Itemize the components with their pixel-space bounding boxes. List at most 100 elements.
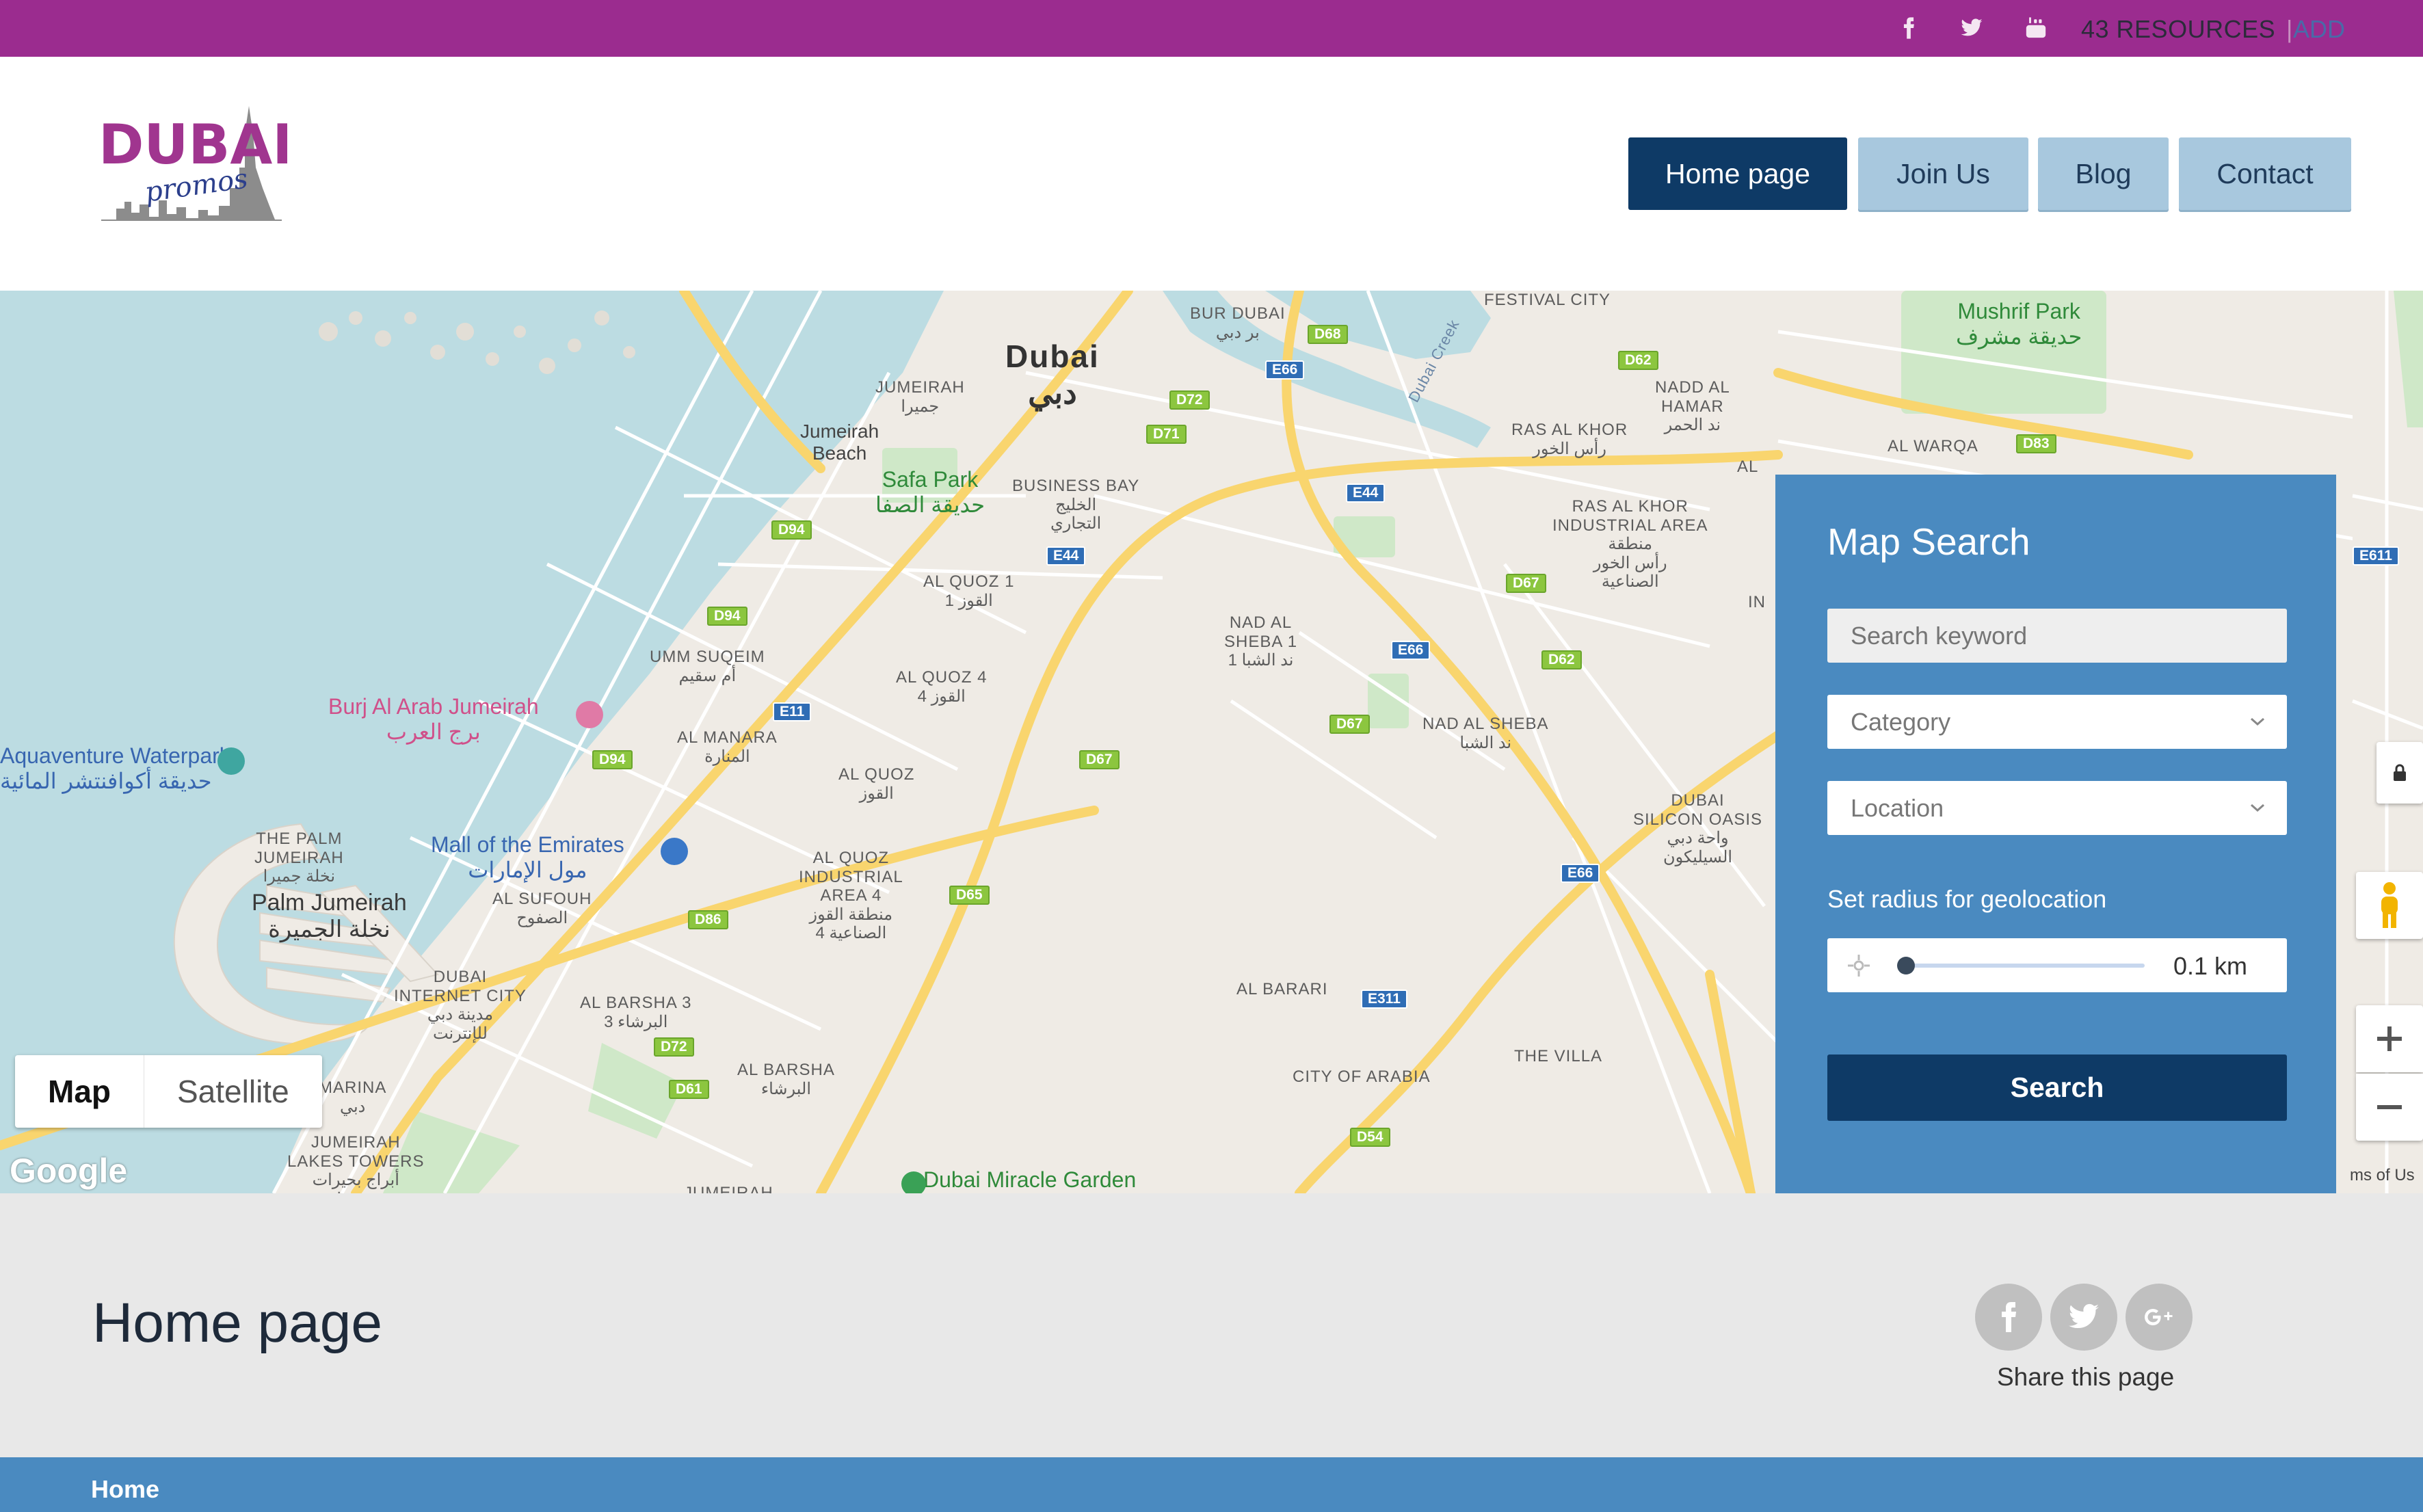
- share-facebook-icon[interactable]: [1975, 1284, 2042, 1351]
- shopping-marker-icon[interactable]: [661, 838, 688, 865]
- category-select-value: Category: [1851, 707, 1951, 736]
- map-label-al-barsha: AL BARSHA البرشاء: [737, 1061, 835, 1098]
- terms-link[interactable]: ms of Us: [2350, 1166, 2415, 1185]
- map-label-al-barsha-3: AL BARSHA 3 البرشاء 3: [580, 994, 692, 1031]
- map-label-al-quoz: AL QUOZ القوز: [838, 765, 915, 803]
- crosshair-icon[interactable]: [1848, 955, 1870, 977]
- map-label-waterpark: Aquaventure Waterpark حديقة أكوافنتشر ال…: [0, 743, 230, 793]
- map-label-al-warqa: AL WARQA: [1888, 437, 1978, 455]
- radius-slider-track[interactable]: [1905, 964, 2145, 968]
- road-shield: D83: [2016, 434, 2056, 453]
- share-twitter-icon[interactable]: [2050, 1284, 2117, 1351]
- map-label-the-villa: THE VILLA: [1514, 1047, 1603, 1065]
- radius-value: 0.1 km: [2173, 952, 2248, 980]
- map-label-nad-al-sheba: NAD AL SHEBA ند الشبا: [1422, 715, 1549, 752]
- radius-label: Set radius for geolocation: [1827, 885, 2107, 913]
- road-shield: E11: [773, 702, 812, 721]
- road-shield: D86: [688, 910, 728, 929]
- facebook-icon[interactable]: [1893, 12, 1924, 44]
- nav-blog[interactable]: Blog: [2038, 137, 2169, 210]
- logo-main-text: DUBAI: [98, 113, 287, 176]
- road-shield: E66: [1391, 641, 1431, 660]
- hotel-marker-icon[interactable]: [576, 701, 603, 728]
- map-label-safa-park: Safa Park حديقة الصفا: [875, 467, 985, 517]
- separator: |: [2286, 15, 2293, 43]
- road-shield: D67: [1506, 574, 1546, 593]
- garden-marker-icon[interactable]: [901, 1171, 926, 1193]
- road-shield: D65: [949, 886, 990, 905]
- map-type-satellite-button[interactable]: Satellite: [144, 1055, 322, 1128]
- add-link[interactable]: ADD: [2293, 15, 2345, 44]
- road-shield: D94: [707, 607, 747, 626]
- nav-join-us[interactable]: Join Us: [1858, 137, 2028, 210]
- map-label-nad-al-sheba-1: NAD AL SHEBA 1 ند الشبا 1: [1224, 613, 1298, 670]
- map-label-business-bay: BUSINESS BAY الخليج التجاري: [1012, 477, 1140, 533]
- map-search-title: Map Search: [1827, 520, 2030, 563]
- map-label-in-edge: IN: [1748, 593, 1766, 611]
- map-type-map-button[interactable]: Map: [15, 1055, 144, 1128]
- road-shield: D61: [669, 1080, 709, 1099]
- map-label-bur-dubai: BUR DUBAI بر دبي: [1190, 304, 1286, 342]
- road-shield: D71: [1146, 425, 1187, 444]
- road-shield: D54: [1350, 1128, 1390, 1147]
- search-button[interactable]: Search: [1827, 1055, 2287, 1121]
- road-shield: D67: [1079, 750, 1120, 769]
- twitter-icon[interactable]: [1956, 12, 1987, 44]
- map-label-ras-al-khor-industrial: RAS AL KHOR INDUSTRIAL AREA منطقة رأس ال…: [1552, 497, 1708, 592]
- location-select[interactable]: Location: [1827, 781, 2287, 835]
- category-select[interactable]: Category: [1827, 695, 2287, 749]
- map-search-panel: Map Search Category Location Set radius …: [1775, 475, 2336, 1193]
- youtube-icon[interactable]: [2020, 12, 2052, 44]
- waterpark-marker-icon[interactable]: [217, 747, 245, 775]
- page-title-band: Home page Share this page: [0, 1193, 2423, 1457]
- road-shield: D72: [1169, 390, 1210, 410]
- street-view-pegman-icon[interactable]: [2356, 872, 2423, 939]
- map-label-city-of-arabia: CITY OF ARABIA: [1293, 1067, 1431, 1086]
- share-google-plus-icon[interactable]: [2126, 1284, 2193, 1351]
- resources-count[interactable]: 43 RESOURCES: [2081, 15, 2275, 44]
- map-label-al-quoz-4: AL QUOZ 4 القوز 4: [896, 668, 988, 706]
- location-select-value: Location: [1851, 793, 1944, 822]
- chevron-down-icon: [2251, 717, 2264, 726]
- top-bar: 43 RESOURCES | ADD: [0, 0, 2423, 57]
- breadcrumb-home[interactable]: Home: [91, 1475, 159, 1504]
- map-label-internet-city: DUBAI INTERNET CITY مدينة دبي للإنترنت: [394, 968, 527, 1043]
- radius-slider-handle[interactable]: [1897, 957, 1915, 974]
- map-label-mushrif-park: Mushrif Park حديقة مشرف: [1956, 299, 2082, 349]
- plus-icon: [2377, 1026, 2402, 1051]
- map-label-al-sufouh: AL SUFOUH الصفوح: [492, 890, 592, 927]
- map-label-al-manara: AL MANARA المنارة: [677, 728, 778, 766]
- map-label-marina: MARINA دبي: [319, 1078, 387, 1116]
- nav-contact[interactable]: Contact: [2179, 137, 2351, 210]
- map-label-lakes-towers: JUMEIRAH LAKES TOWERS أبراج بحيرات جميرا: [287, 1133, 425, 1193]
- chevron-down-icon: [2251, 804, 2264, 812]
- zoom-out-button[interactable]: [2356, 1074, 2423, 1141]
- google-logo[interactable]: Google: [10, 1151, 127, 1191]
- logo[interactable]: DUBAI promos: [96, 106, 293, 226]
- map-label-the-palm: THE PALM JUMEIRAH نخلة جميرا: [254, 830, 344, 886]
- road-shield: E66: [1561, 864, 1600, 883]
- map-label-palm-jumeirah: Palm Jumeirah نخلة الجميرة: [252, 890, 407, 943]
- map-label-umm-suqeim: UMM SUQEIM أم سقيم: [650, 648, 765, 685]
- road-shield: D62: [1618, 351, 1658, 370]
- nav-home-page[interactable]: Home page: [1628, 137, 1847, 210]
- minus-icon: [2377, 1105, 2402, 1109]
- map-label-nadd-al-hamar: NADD AL HAMAR ند الحمر: [1655, 378, 1730, 435]
- road-shield: D68: [1308, 325, 1348, 344]
- map-label-jumeirah-bottom: JUMEIRAH: [684, 1184, 773, 1193]
- map-label-al-quoz-1: AL QUOZ 1 القوز 1: [923, 572, 1015, 610]
- road-shield: D62: [1541, 650, 1582, 669]
- map-label-al-barari: AL BARARI: [1236, 980, 1328, 998]
- radius-slider-box: 0.1 km: [1827, 938, 2287, 992]
- map-label-festival-city: FESTIVAL CITY: [1484, 291, 1611, 309]
- zoom-in-button[interactable]: [2356, 1005, 2423, 1072]
- breadcrumb: Home: [0, 1457, 2423, 1512]
- search-keyword-input[interactable]: [1827, 609, 2287, 663]
- map-label-silicon-oasis: DUBAI SILICON OASIS واحة دبي السيليكون: [1633, 791, 1763, 866]
- road-shield: D67: [1329, 715, 1370, 734]
- road-shield: E44: [1046, 546, 1086, 566]
- map-label-jumeirah: JUMEIRAH جميرا: [875, 378, 965, 416]
- map-label-al-quoz-industrial-4: AL QUOZ INDUSTRIAL AREA 4 منطقة القوز ال…: [799, 849, 903, 943]
- map-label-ras-al-khor: RAS AL KHOR رأس الخور: [1511, 421, 1628, 458]
- lock-icon[interactable]: [2376, 742, 2423, 804]
